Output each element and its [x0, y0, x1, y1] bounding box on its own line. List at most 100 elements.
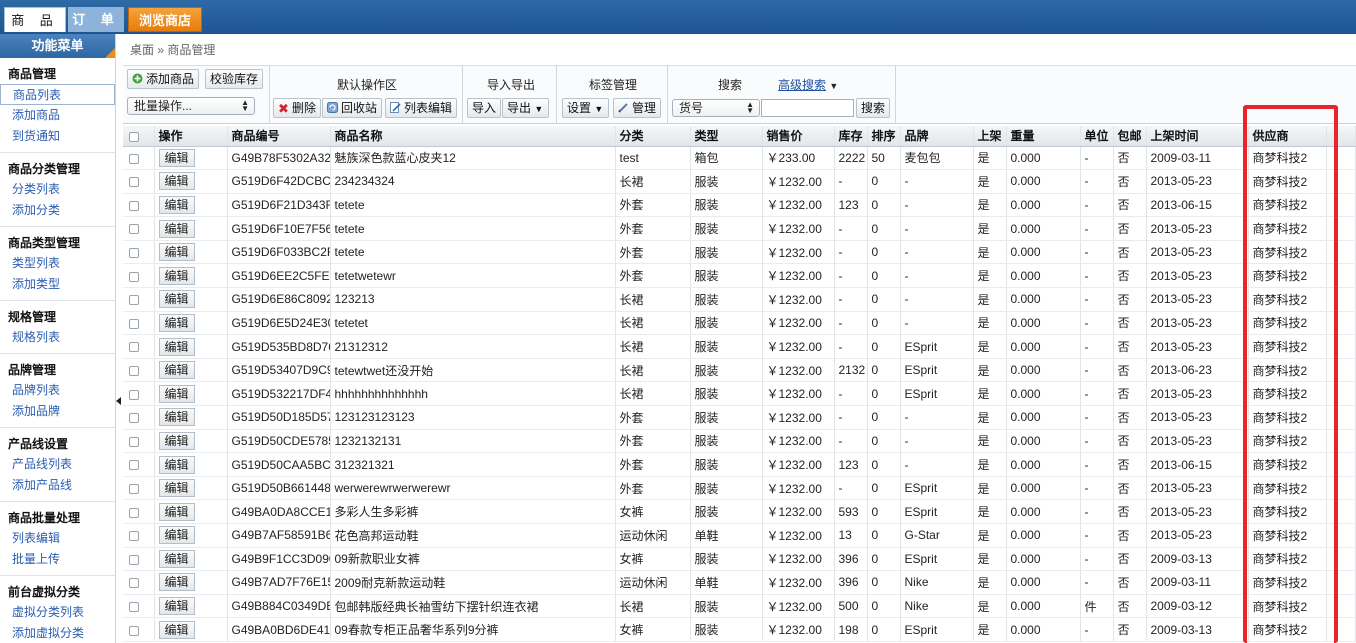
edit-button[interactable]: 编辑 — [158, 172, 195, 191]
column-header[interactable]: 销售价 — [762, 126, 835, 147]
row-checkbox[interactable] — [129, 507, 139, 518]
sidebar-item[interactable]: 商品列表 — [0, 84, 115, 105]
sidebar-item[interactable]: 添加分类 — [0, 200, 115, 221]
row-checkbox[interactable] — [129, 625, 139, 636]
row-checkbox[interactable] — [129, 365, 139, 376]
check-stock-button[interactable]: 校验库存 — [205, 69, 264, 89]
sidebar-item[interactable]: 规格列表 — [0, 327, 115, 348]
table-cell: 服装 — [690, 240, 763, 265]
row-checkbox[interactable] — [129, 177, 139, 188]
export-dropdown[interactable]: 导出 ▼ — [502, 98, 549, 118]
browse-store-button[interactable]: 浏览商店 — [128, 7, 202, 32]
sidebar-item[interactable]: 添加商品 — [0, 105, 115, 126]
edit-button[interactable]: 编辑 — [158, 337, 195, 356]
column-header[interactable]: 单位 — [1080, 126, 1114, 147]
sidebar-item[interactable]: 添加品牌 — [0, 401, 115, 422]
select-all-checkbox[interactable] — [129, 131, 139, 142]
sidebar-item[interactable]: 列表编辑 — [0, 528, 115, 549]
edit-button[interactable]: 编辑 — [158, 219, 195, 238]
column-header[interactable]: 类型 — [690, 126, 763, 147]
recycle-bin-button[interactable]: 回收站 — [322, 98, 383, 118]
search-field-select[interactable]: 货号 ▲ ▼ — [672, 99, 760, 117]
edit-button[interactable]: 编辑 — [158, 148, 195, 167]
row-checkbox[interactable] — [129, 531, 139, 542]
row-checkbox[interactable] — [129, 153, 139, 164]
edit-button[interactable]: 编辑 — [158, 573, 195, 592]
select-all-checkbox-cell[interactable] — [123, 126, 155, 147]
sidebar-item[interactable]: 类型列表 — [0, 253, 115, 274]
column-header[interactable]: 排序 — [867, 126, 901, 147]
row-checkbox[interactable] — [129, 483, 139, 494]
sidebar-item[interactable]: 添加虚拟分类 — [0, 623, 115, 643]
row-checkbox[interactable] — [129, 601, 139, 612]
edit-button[interactable]: 编辑 — [158, 361, 195, 380]
row-checkbox[interactable] — [129, 200, 139, 211]
edit-button[interactable]: 编辑 — [158, 313, 195, 332]
edit-button[interactable]: 编辑 — [158, 502, 195, 521]
edit-button[interactable]: 编辑 — [158, 408, 195, 427]
column-header[interactable]: 重量 — [1006, 126, 1081, 147]
delete-button[interactable]: ✖ 删除 — [273, 98, 322, 118]
search-input[interactable] — [761, 99, 854, 117]
advanced-search-link[interactable]: 高级搜索 ▼ — [778, 76, 838, 93]
row-checkbox[interactable] — [129, 413, 139, 424]
sidebar-item[interactable]: 到货通知 — [0, 126, 115, 147]
import-button[interactable]: 导入 — [467, 98, 502, 118]
edit-button[interactable]: 编辑 — [158, 195, 195, 214]
table-cell: 商梦科技2 — [1248, 570, 1327, 595]
column-header[interactable]: 供应商 — [1248, 126, 1327, 147]
list-edit-button[interactable]: 列表编辑 — [385, 98, 458, 118]
tab-orders[interactable]: 订 单 — [68, 7, 124, 32]
row-checkbox[interactable] — [129, 224, 139, 235]
column-header[interactable]: 商品名称 — [330, 126, 616, 147]
table-cell: 女裤 — [615, 617, 691, 642]
edit-button[interactable]: 编辑 — [158, 243, 195, 262]
add-goods-button[interactable]: 添加商品 — [127, 69, 200, 89]
tab-goods[interactable]: 商 品 — [4, 7, 66, 32]
column-header[interactable]: 商品编号 — [227, 126, 331, 147]
column-header[interactable]: 上架 — [973, 126, 1007, 147]
edit-button[interactable]: 编辑 — [158, 597, 195, 616]
column-header[interactable]: 品牌 — [900, 126, 974, 147]
edit-button[interactable]: 编辑 — [158, 290, 195, 309]
edit-button[interactable]: 编辑 — [158, 479, 195, 498]
edit-button[interactable]: 编辑 — [158, 384, 195, 403]
row-checkbox[interactable] — [129, 436, 139, 447]
row-checkbox[interactable] — [129, 295, 139, 306]
sidebar-group: 商品分类管理 分类列表 添加分类 — [0, 153, 115, 227]
column-header[interactable]: 上架时间 — [1146, 126, 1249, 147]
search-button[interactable]: 搜索 — [856, 98, 891, 118]
manage-tags-button[interactable]: 管理 — [613, 98, 662, 118]
edit-button[interactable]: 编辑 — [158, 431, 195, 450]
column-header[interactable]: 库存 — [834, 126, 868, 147]
sidebar-item[interactable]: 产品线列表 — [0, 454, 115, 475]
sidebar-item[interactable]: 添加类型 — [0, 274, 115, 295]
batch-ops-select[interactable]: 批量操作... ▲ ▼ — [127, 97, 255, 115]
table-cell: - — [1080, 263, 1114, 289]
row-checkbox[interactable] — [129, 318, 139, 329]
edit-button[interactable]: 编辑 — [158, 549, 195, 568]
row-checkbox[interactable] — [129, 460, 139, 471]
column-header[interactable]: 分类 — [615, 126, 691, 147]
edit-button[interactable]: 编辑 — [158, 620, 195, 639]
column-header[interactable]: 包邮 — [1113, 126, 1147, 147]
row-checkbox[interactable] — [129, 271, 139, 282]
edit-button[interactable]: 编辑 — [158, 266, 195, 285]
table-cell: G519D50D185D57 — [227, 405, 331, 430]
table-cell: - — [900, 240, 974, 265]
sidebar-item[interactable]: 分类列表 — [0, 179, 115, 200]
sidebar-item[interactable]: 品牌列表 — [0, 380, 115, 401]
table-cell: 0 — [867, 240, 901, 265]
sidebar-item[interactable]: 批量上传 — [0, 549, 115, 570]
row-checkbox[interactable] — [129, 342, 139, 353]
row-checkbox[interactable] — [129, 578, 139, 589]
collapse-sidebar-icon[interactable] — [116, 397, 121, 405]
edit-button[interactable]: 编辑 — [158, 526, 195, 545]
sidebar-item[interactable]: 虚拟分类列表 — [0, 602, 115, 623]
settings-dropdown[interactable]: 设置 ▼ — [562, 98, 609, 118]
row-checkbox[interactable] — [129, 554, 139, 565]
row-checkbox[interactable] — [129, 389, 139, 400]
sidebar-item[interactable]: 添加产品线 — [0, 475, 115, 496]
row-checkbox[interactable] — [129, 248, 139, 258]
edit-button[interactable]: 编辑 — [158, 455, 195, 474]
